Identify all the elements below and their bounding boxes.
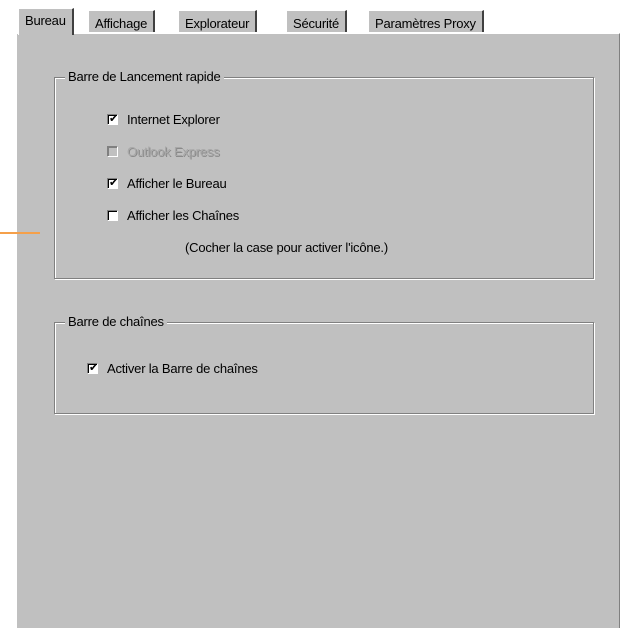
tab-securite[interactable]: Sécurité xyxy=(286,10,348,32)
checkbox-disabled xyxy=(107,146,118,157)
hint-text: (Cocher la case pour activer l'icône.) xyxy=(185,240,388,255)
tab-panel-bureau: Barre de Lancement rapide ✔ Internet Exp… xyxy=(16,33,620,628)
quick-launch-title: Barre de Lancement rapide xyxy=(65,69,224,84)
quick-launch-group: Barre de Lancement rapide ✔ Internet Exp… xyxy=(54,69,594,279)
checkmark-icon: ✔ xyxy=(109,112,119,125)
option-afficher-chaines[interactable]: Afficher les Chaînes xyxy=(107,208,239,223)
option-activer-barre-chaines[interactable]: ✔ Activer la Barre de chaînes xyxy=(87,361,258,376)
tab-label: Explorateur xyxy=(185,16,250,31)
tab-bureau[interactable]: Bureau xyxy=(18,8,74,35)
tab-label: Bureau xyxy=(25,13,66,28)
tab-explorateur[interactable]: Explorateur xyxy=(178,10,258,32)
option-label: Internet Explorer xyxy=(127,112,220,127)
checkbox[interactable]: ✔ xyxy=(107,112,119,125)
option-label: Activer la Barre de chaînes xyxy=(107,361,258,376)
option-internet-explorer[interactable]: ✔ Internet Explorer xyxy=(107,112,220,127)
tab-label: Paramètres Proxy xyxy=(375,16,476,31)
option-label: Outlook Express xyxy=(127,144,220,159)
option-afficher-bureau[interactable]: ✔ Afficher le Bureau xyxy=(107,176,227,191)
checkbox[interactable]: ✔ xyxy=(107,176,119,189)
option-label: Afficher les Chaînes xyxy=(127,208,240,223)
callout-line xyxy=(0,232,40,234)
option-label: Afficher le Bureau xyxy=(127,176,227,191)
option-outlook-express: Outlook Express xyxy=(107,144,220,159)
checkbox[interactable] xyxy=(107,210,118,221)
checkmark-icon: ✔ xyxy=(89,361,99,374)
tab-affichage[interactable]: Affichage xyxy=(88,10,156,32)
channel-bar-group: Barre de chaînes ✔ Activer la Barre de c… xyxy=(54,314,594,414)
checkbox[interactable]: ✔ xyxy=(87,361,99,374)
checkmark-icon: ✔ xyxy=(109,176,119,189)
tab-label: Sécurité xyxy=(293,16,340,31)
channel-bar-title: Barre de chaînes xyxy=(65,314,167,329)
tab-label: Affichage xyxy=(95,16,148,31)
tab-parametres-proxy[interactable]: Paramètres Proxy xyxy=(368,10,484,32)
